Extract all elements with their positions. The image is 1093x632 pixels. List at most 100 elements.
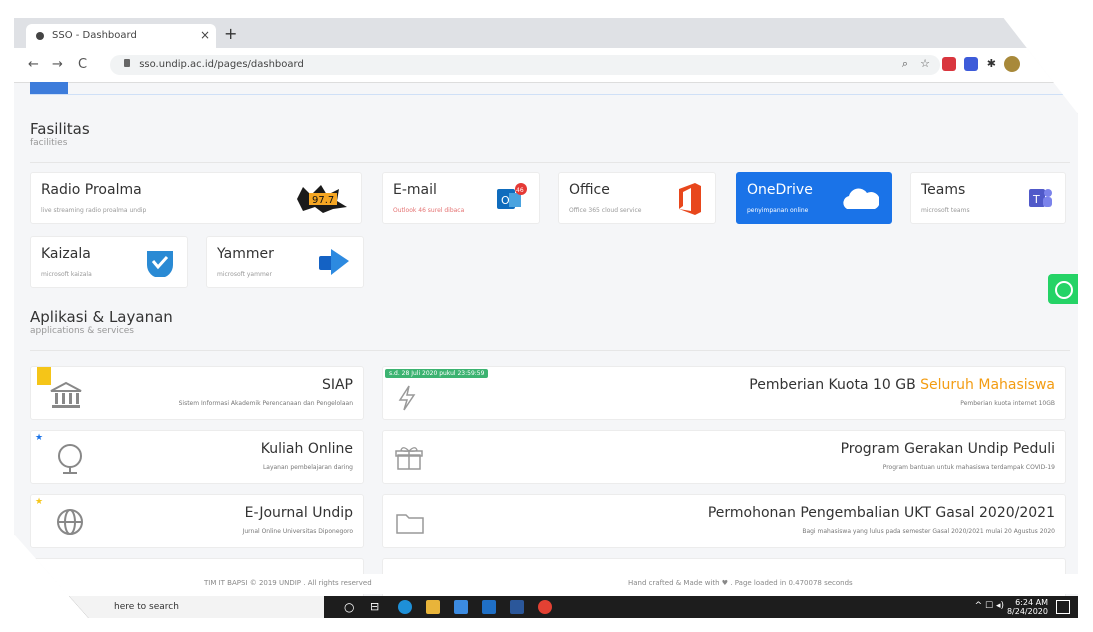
service-title: Program Gerakan Undip Peduli — [840, 441, 1055, 457]
footer: TIM IT BAPSI © 2019 UNDIP . All rights r… — [14, 574, 1078, 594]
email-count-badge: 46 — [516, 187, 524, 194]
svg-text:T: T — [1032, 193, 1040, 206]
outlook-icon: O 46 — [495, 183, 527, 215]
card-title: Office — [569, 182, 610, 198]
card-desc: Office 365 cloud service — [569, 207, 642, 214]
svg-text:O: O — [501, 194, 510, 207]
bank-icon — [49, 381, 83, 413]
taskbar-search-input[interactable]: here to search — [14, 596, 324, 618]
app-title: E-Journal Undip — [244, 505, 353, 521]
browser-tab[interactable]: SSO - Dashboard × — [26, 24, 216, 48]
globe-icon — [55, 443, 85, 479]
service-desc: Program bantuan untuk mahasiswa terdampa… — [882, 464, 1055, 471]
zoom-icon[interactable]: ⌕ — [902, 57, 908, 71]
chrome-icon[interactable] — [538, 600, 552, 614]
card-title: Yammer — [217, 246, 274, 262]
service-title: Pemberian Kuota 10 GB Seluruh Mahasiswa — [749, 377, 1055, 393]
clock-time: 6:24 AM — [1015, 598, 1048, 607]
divider — [30, 162, 1070, 163]
app-desc: Layanan pembelajaran daring — [262, 464, 353, 471]
tab-title: SSO - Dashboard — [52, 30, 137, 41]
favicon-icon — [36, 32, 44, 40]
url-input[interactable]: sso.undip.ac.id/pages/dashboard — [110, 55, 940, 75]
radio-badge: 97.7 — [312, 195, 334, 206]
browser-tab-bar: SSO - Dashboard × + — [14, 18, 1078, 48]
card-yammer[interactable]: Yammer microsoft yammer — [206, 236, 364, 288]
tray-icons[interactable]: ^ ☐ ◂) — [975, 601, 1004, 611]
reload-icon[interactable]: C — [78, 57, 87, 72]
section-subtitle-aplikasi: applications & services — [30, 326, 135, 336]
section-title-aplikasi: Aplikasi & Layanan — [30, 308, 173, 326]
word-icon[interactable] — [510, 600, 524, 614]
extension-icon[interactable] — [964, 57, 978, 71]
yammer-icon — [319, 247, 351, 281]
app-e-journal[interactable]: ★ E-Journal Undip Jurnal Online Universi… — [30, 494, 364, 548]
extension-icon[interactable] — [942, 57, 956, 71]
close-icon[interactable]: × — [200, 28, 210, 42]
dashboard-page: Fasilitas facilities Radio Proalma live … — [14, 82, 1078, 602]
file-explorer-icon[interactable] — [426, 600, 440, 614]
back-icon[interactable]: ← — [28, 57, 39, 72]
whatsapp-icon[interactable] — [1048, 274, 1078, 304]
service-title: Permohonan Pengembalian UKT Gasal 2020/2… — [707, 505, 1055, 521]
card-kaizala[interactable]: Kaizala microsoft kaizala — [30, 236, 188, 288]
card-onedrive[interactable]: OneDrive penyimpanan online — [736, 172, 892, 224]
service-title-prefix: Pemberian Kuota 10 GB — [749, 377, 921, 393]
card-desc: microsoft yammer — [217, 271, 272, 278]
edge-icon[interactable] — [398, 600, 412, 614]
card-desc: Outlook 46 surel dibaca — [393, 207, 465, 214]
card-radio-proalma[interactable]: Radio Proalma live streaming radio proal… — [30, 172, 362, 224]
gift-icon — [395, 445, 423, 475]
divider — [30, 94, 1070, 95]
card-title: Teams — [921, 182, 966, 198]
notification-icon[interactable] — [1056, 600, 1070, 614]
puzzle-icon[interactable]: ✱ — [987, 57, 996, 70]
nav-indicator — [30, 82, 68, 94]
radio-logo-icon: 97.7 — [293, 185, 349, 217]
card-desc: microsoft teams — [921, 207, 970, 214]
app-desc: Jurnal Online Universitas Diponegoro — [242, 528, 353, 535]
service-desc: Bagi mahasiswa yang lulus pada semester … — [802, 528, 1055, 535]
mail-icon[interactable] — [482, 600, 496, 614]
card-title: Kaizala — [41, 246, 91, 262]
card-office[interactable]: Office Office 365 cloud service — [558, 172, 716, 224]
divider — [30, 350, 1070, 351]
service-ukt[interactable]: Permohonan Pengembalian UKT Gasal 2020/2… — [382, 494, 1066, 548]
card-teams[interactable]: Teams microsoft teams T — [910, 172, 1066, 224]
card-email[interactable]: E-mail Outlook 46 surel dibaca O 46 — [382, 172, 540, 224]
service-desc: Pemberian kuota internet 10GB — [960, 400, 1055, 407]
card-desc: live streaming radio proalma undip — [41, 207, 147, 214]
forward-icon[interactable]: → — [52, 57, 63, 72]
avatar[interactable] — [1004, 56, 1020, 72]
service-title-highlight: Seluruh Mahasiswa — [920, 377, 1055, 393]
card-title: OneDrive — [747, 182, 813, 198]
cloud-icon — [839, 187, 880, 215]
store-icon[interactable] — [454, 600, 468, 614]
globe-icon — [55, 507, 85, 541]
screen: SSO - Dashboard × + ← → C sso.undip.ac.i… — [14, 18, 1078, 618]
service-undip-peduli[interactable]: Program Gerakan Undip Peduli Program ban… — [382, 430, 1066, 484]
card-desc: microsoft kaizala — [41, 271, 92, 278]
footer-credits: Hand crafted & Made with ♥ . Page loaded… — [628, 579, 853, 587]
app-title: SIAP — [321, 377, 353, 393]
star-icon: ★ — [35, 497, 44, 507]
section-title-fasilitas: Fasilitas — [30, 120, 90, 138]
card-title: Radio Proalma — [41, 182, 142, 198]
cortana-icon[interactable]: ○ — [344, 600, 354, 614]
office-icon — [677, 183, 703, 219]
teams-icon: T — [1027, 185, 1053, 215]
task-view-icon[interactable]: ⊟ — [370, 600, 379, 613]
app-siap[interactable]: SIAP Sistem Informasi Akademik Perencana… — [30, 366, 364, 420]
star-icon[interactable]: ☆ — [920, 57, 930, 70]
lock-icon — [124, 59, 130, 67]
new-tab-button[interactable]: + — [224, 24, 237, 43]
deadline-badge: s.d. 28 Juli 2020 pukul 23:59:59 — [385, 369, 489, 378]
app-title: Kuliah Online — [260, 441, 353, 457]
kaizala-icon — [145, 247, 175, 281]
taskbar-clock[interactable]: 6:24 AM 8/24/2020 — [1007, 598, 1048, 616]
address-bar: ← → C sso.undip.ac.id/pages/dashboard ⌕ … — [14, 48, 1078, 83]
app-kuliah-online[interactable]: ★ Kuliah Online Layanan pembelajaran dar… — [30, 430, 364, 484]
service-kuota[interactable]: s.d. 28 Juli 2020 pukul 23:59:59 Pemberi… — [382, 366, 1066, 420]
lightning-icon — [397, 385, 417, 415]
card-desc: penyimpanan online — [747, 207, 809, 214]
